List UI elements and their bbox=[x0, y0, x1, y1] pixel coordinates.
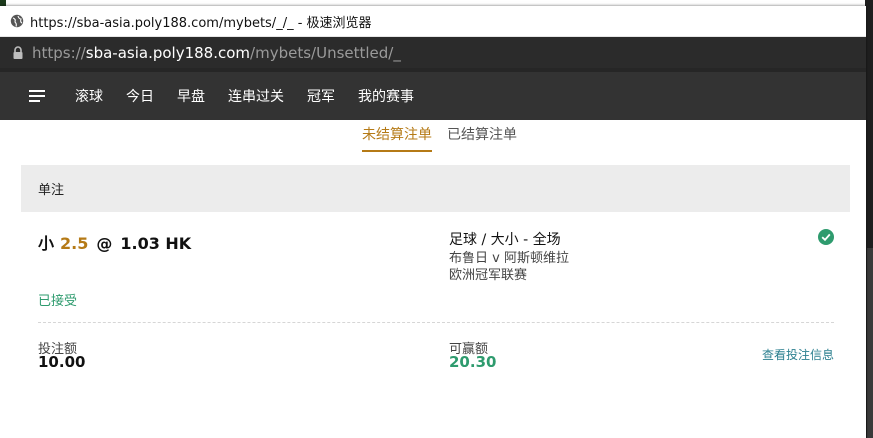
nav-item-early[interactable]: 早盘 bbox=[177, 86, 205, 106]
nav-item-my-events[interactable]: 我的赛事 bbox=[358, 86, 414, 106]
bet-tabs: 未结算注单 已结算注单 bbox=[362, 120, 532, 154]
tab-settled[interactable]: 已结算注单 bbox=[447, 120, 517, 154]
background-window-edge bbox=[867, 248, 873, 438]
to-win-value: 20.30 bbox=[449, 353, 497, 371]
globe-icon bbox=[10, 14, 24, 28]
nav-item-parlay[interactable]: 连串过关 bbox=[228, 86, 284, 106]
nav-item-inplay[interactable]: 滚球 bbox=[75, 86, 103, 106]
window-title: https://sba-asia.poly188.com/mybets/_/_ … bbox=[30, 15, 372, 31]
url-path: /mybets/Unsettled/_ bbox=[250, 43, 401, 62]
address-bar[interactable]: https://sba-asia.poly188.com/mybets/Unse… bbox=[0, 37, 866, 68]
check-circle-icon bbox=[818, 229, 834, 245]
bets-content: 未结算注单 已结算注单 单注 小 2.5 @1.03 HK 足球 / 大小 - 全场… bbox=[0, 120, 866, 438]
section-header: 单注 bbox=[21, 165, 850, 212]
handicap-line: 2.5 bbox=[60, 234, 89, 253]
nav-item-outright[interactable]: 冠军 bbox=[307, 86, 335, 106]
browser-window: https://sba-asia.poly188.com/mybets/_/_ … bbox=[0, 6, 866, 438]
league-name: 欧洲冠军联赛 bbox=[449, 268, 528, 283]
selection-name: 小 bbox=[38, 234, 55, 253]
bet-selection: 小 2.5 @1.03 HK bbox=[38, 230, 191, 254]
main-nav: 滚球 今日 早盘 连串过关 冠军 我的赛事 bbox=[0, 68, 866, 120]
stake-value: 10.00 bbox=[38, 353, 86, 371]
market-name: 足球 / 大小 - 全场 bbox=[449, 232, 561, 248]
view-bet-details-link[interactable]: 查看投注信息 bbox=[762, 346, 834, 363]
url-text[interactable]: https://sba-asia.poly188.com/mybets/Unse… bbox=[32, 44, 401, 62]
odds-value: 1.03 HK bbox=[120, 234, 192, 253]
lock-icon bbox=[13, 45, 23, 59]
title-bar[interactable]: https://sba-asia.poly188.com/mybets/_/_ … bbox=[0, 6, 866, 37]
hamburger-menu-icon[interactable] bbox=[29, 89, 47, 103]
tab-unsettled[interactable]: 未结算注单 bbox=[362, 120, 432, 152]
url-scheme: https:// bbox=[32, 43, 86, 62]
nav-item-today[interactable]: 今日 bbox=[126, 86, 154, 106]
url-host: sba-asia.poly188.com bbox=[85, 43, 251, 62]
section-title: 单注 bbox=[38, 183, 65, 198]
at-symbol: @ bbox=[96, 234, 113, 253]
bet-status: 已接受 bbox=[38, 294, 78, 309]
divider bbox=[38, 322, 834, 323]
